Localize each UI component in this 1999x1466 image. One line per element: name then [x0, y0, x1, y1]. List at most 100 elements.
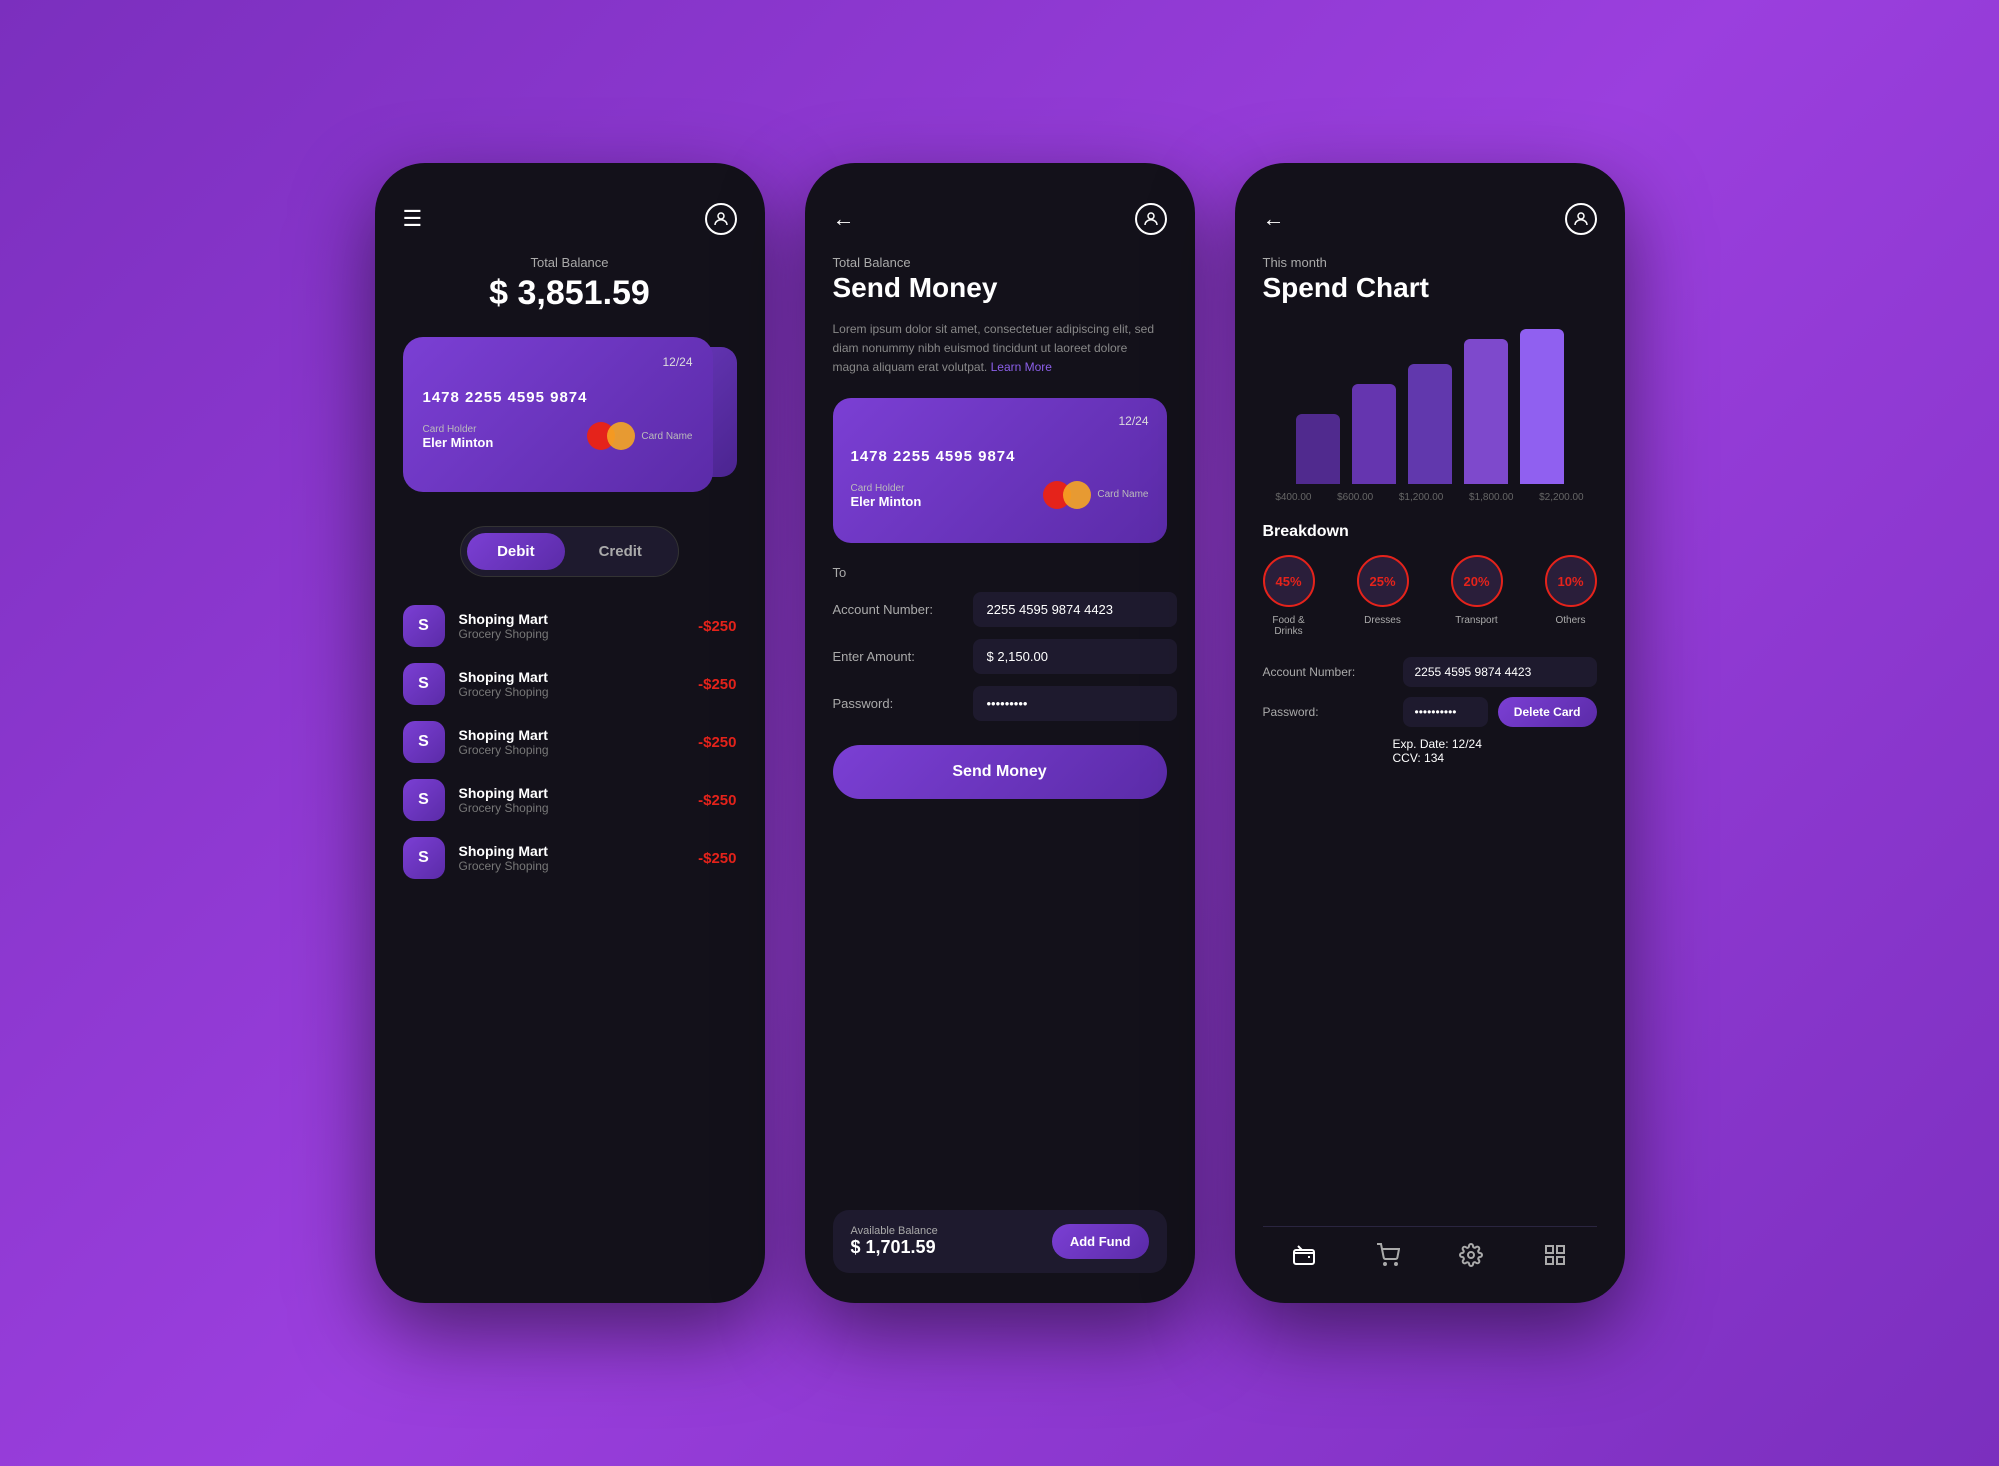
account-number-row: Account Number:: [833, 592, 1167, 627]
card-number-1: 1478 2255 4595 9874: [423, 389, 693, 406]
transaction-icon: S: [403, 779, 445, 821]
spend-chart-header-label: This month: [1263, 255, 1597, 270]
card-info-account-label: Account Number:: [1263, 665, 1393, 679]
send-money-card: 12/24 1478 2255 4595 9874 Card Holder El…: [833, 398, 1167, 543]
account-number-input[interactable]: [973, 592, 1177, 627]
exp-ccv-value: Exp. Date: 12/24 CCV: 134: [1393, 737, 1482, 765]
send-mastercard-orange: [1063, 481, 1091, 509]
chart-labels: $400.00 $600.00 $1,200.00 $1,800.00 $2,2…: [1263, 492, 1597, 503]
transaction-info: Shoping Mart Grocery Shoping: [459, 843, 685, 873]
transaction-amount: -$250: [698, 618, 736, 635]
breakdown-item-1: 45% Food &Drinks: [1263, 555, 1315, 637]
bar-chart: [1263, 324, 1597, 484]
nav-cart-icon[interactable]: [1376, 1243, 1400, 1273]
transaction-sub: Grocery Shoping: [459, 627, 685, 641]
nav-grid-icon[interactable]: [1543, 1243, 1567, 1273]
transaction-item: S Shoping Mart Grocery Shoping -$250: [403, 605, 737, 647]
transaction-amount: -$250: [698, 850, 736, 867]
bar-2: [1352, 384, 1396, 484]
transaction-amount: -$250: [698, 792, 736, 809]
balance-label-1: Total Balance: [403, 255, 737, 270]
to-label: To: [833, 565, 1167, 580]
profile-icon-2[interactable]: [1135, 203, 1167, 235]
chart-label-5: $2,200.00: [1539, 492, 1584, 503]
breakdown-circle-3: 20%: [1451, 555, 1503, 607]
transaction-info: Shoping Mart Grocery Shoping: [459, 727, 685, 757]
breakdown-label-2: Dresses: [1364, 615, 1401, 626]
delete-card-button[interactable]: Delete Card: [1498, 697, 1597, 727]
amount-label: Enter Amount:: [833, 649, 963, 664]
learn-more-link[interactable]: Learn More: [991, 360, 1052, 374]
add-fund-button[interactable]: Add Fund: [1052, 1224, 1149, 1259]
amount-row: Enter Amount:: [833, 639, 1167, 674]
card-info-password-row: Password: •••••••••• Delete Card: [1263, 697, 1597, 727]
card-holder-name-1: Eler Minton: [423, 435, 494, 450]
account-number-label: Account Number:: [833, 602, 963, 617]
card-logo-1: Card Name: [579, 422, 692, 450]
breakdown-title: Breakdown: [1263, 523, 1597, 541]
transaction-info: Shoping Mart Grocery Shoping: [459, 785, 685, 815]
back-icon-3[interactable]: ←: [1263, 206, 1285, 232]
spend-chart-title: Spend Chart: [1263, 272, 1597, 304]
mastercard-orange-1: [607, 422, 635, 450]
send-card-holder-label: Card Holder: [851, 483, 922, 494]
send-card-holder-name: Eler Minton: [851, 494, 922, 509]
card-date-1: 12/24: [423, 355, 693, 369]
transaction-icon: S: [403, 837, 445, 879]
profile-icon-1[interactable]: [705, 203, 737, 235]
balance-amount-1: $ 3,851.59: [403, 274, 737, 313]
transaction-item: S Shoping Mart Grocery Shoping -$250: [403, 837, 737, 879]
transaction-info: Shoping Mart Grocery Shoping: [459, 669, 685, 699]
breakdown-label-3: Transport: [1455, 615, 1497, 626]
nav-wallet-icon[interactable]: [1292, 1243, 1316, 1273]
amount-input[interactable]: [973, 639, 1177, 674]
bottom-nav: [1263, 1226, 1597, 1273]
breakdown-label-1: Food &Drinks: [1272, 615, 1304, 637]
chart-label-1: $400.00: [1275, 492, 1311, 503]
back-icon-2[interactable]: ←: [833, 206, 855, 232]
credit-button[interactable]: Credit: [569, 533, 672, 570]
send-money-header-label: Total Balance: [833, 255, 1167, 270]
transaction-icon: S: [403, 605, 445, 647]
bar-3: [1408, 364, 1452, 484]
bottom-bar: Available Balance $ 1,701.59 Add Fund: [833, 1210, 1167, 1273]
transaction-amount: -$250: [698, 734, 736, 751]
menu-icon[interactable]: ☰: [403, 206, 423, 232]
card-holder-label-1: Card Holder: [423, 424, 494, 435]
send-card-name-label: Card Name: [1097, 489, 1148, 500]
bar-1: [1296, 414, 1340, 484]
password-input[interactable]: [973, 686, 1177, 721]
transaction-name: Shoping Mart: [459, 611, 685, 627]
available-balance-amount: $ 1,701.59: [851, 1237, 938, 1258]
debit-button[interactable]: Debit: [467, 533, 565, 570]
transaction-item: S Shoping Mart Grocery Shoping -$250: [403, 663, 737, 705]
breakdown-item-2: 25% Dresses: [1357, 555, 1409, 637]
transaction-sub: Grocery Shoping: [459, 685, 685, 699]
breakdown-item-4: 10% Others: [1545, 555, 1597, 637]
breakdown-label-4: Others: [1555, 615, 1585, 626]
profile-icon-3[interactable]: [1565, 203, 1597, 235]
card-container-1: 12/24 1478 2255 4595 9874 Card Holder El…: [403, 337, 737, 502]
transaction-item: S Shoping Mart Grocery Shoping -$250: [403, 779, 737, 821]
send-card-bottom: Card Holder Eler Minton Card Name: [851, 481, 1149, 509]
transaction-sub: Grocery Shoping: [459, 801, 685, 815]
transaction-sub: Grocery Shoping: [459, 859, 685, 873]
nav-settings-icon[interactable]: [1459, 1243, 1483, 1273]
card-info-account-value: 2255 4595 9874 4423: [1403, 657, 1597, 687]
send-card-date: 12/24: [851, 414, 1149, 428]
send-money-button[interactable]: Send Money: [833, 745, 1167, 799]
send-card-holder: Card Holder Eler Minton: [851, 483, 922, 509]
breakdown-items: 45% Food &Drinks 25% Dresses 20% Transpo…: [1263, 555, 1597, 637]
card-holder-info-1: Card Holder Eler Minton: [423, 424, 494, 450]
chart-label-3: $1,200.00: [1399, 492, 1444, 503]
breakdown-circle-2: 25%: [1357, 555, 1409, 607]
bar-5: [1520, 329, 1564, 484]
exp-ccv-row: Exp. Date: 12/24 CCV: 134: [1263, 737, 1597, 765]
transaction-info: Shoping Mart Grocery Shoping: [459, 611, 685, 641]
bar-4: [1464, 339, 1508, 484]
transaction-icon: S: [403, 663, 445, 705]
breakdown-item-3: 20% Transport: [1451, 555, 1503, 637]
breakdown-circle-1: 45%: [1263, 555, 1315, 607]
top-nav-2: ←: [833, 203, 1167, 235]
transaction-item: S Shoping Mart Grocery Shoping -$250: [403, 721, 737, 763]
